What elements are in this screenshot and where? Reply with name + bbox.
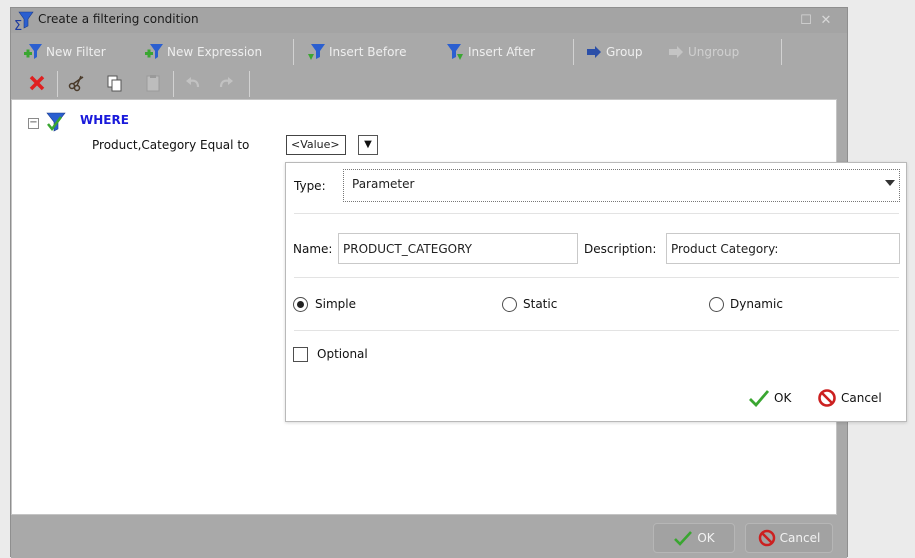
toolbar-divider [293, 39, 294, 65]
dialog-title: Create a filtering condition [38, 12, 199, 26]
name-label: Name: [293, 242, 333, 256]
radio-dynamic[interactable] [709, 297, 724, 312]
maximize-icon[interactable]: ☐ [799, 14, 813, 28]
title-bar[interactable]: Σ Create a filtering condition ☐ ✕ [11, 8, 847, 34]
where-label[interactable]: WHERE [80, 113, 129, 127]
paste-icon[interactable] [143, 73, 163, 93]
radio-dynamic-label[interactable]: Dynamic [730, 297, 783, 311]
insert-before-icon [308, 44, 325, 60]
no-icon [758, 529, 775, 547]
toolbar-divider [173, 71, 174, 97]
ungroup-icon [669, 46, 683, 58]
popup-ok-button[interactable]: OK [748, 387, 791, 409]
insert-after-icon [447, 44, 463, 60]
ungroup-button[interactable]: Ungroup [667, 42, 739, 62]
new-expression-icon [145, 44, 163, 59]
new-filter-button[interactable]: New Filter [23, 42, 106, 62]
popup-cancel-button[interactable]: Cancel [817, 387, 882, 409]
new-expression-button[interactable]: New Expression [144, 42, 262, 62]
group-icon [587, 46, 601, 58]
footer-ok-button[interactable]: OK [653, 523, 735, 553]
redo-icon[interactable] [216, 73, 236, 93]
delete-icon[interactable] [27, 73, 47, 93]
copy-icon[interactable] [105, 73, 125, 93]
svg-text:Σ: Σ [14, 19, 22, 32]
parameter-popup: Type: Parameter Name: PRODUCT_CATEGORY D… [285, 162, 907, 422]
toolbar-divider [573, 39, 574, 65]
close-icon[interactable]: ✕ [819, 14, 833, 28]
toolbar-main: New Filter New Expression Insert Before … [11, 33, 847, 67]
collapse-icon[interactable]: − [28, 118, 39, 129]
description-field[interactable]: Product Category: [666, 233, 900, 264]
radio-static-label[interactable]: Static [523, 297, 557, 311]
divider [294, 330, 899, 331]
type-select[interactable]: Parameter [343, 169, 900, 202]
value-field[interactable]: <Value> [286, 135, 346, 155]
check-icon [749, 390, 770, 407]
description-label: Description: [584, 242, 657, 256]
insert-after-button[interactable]: Insert After [445, 42, 535, 62]
radio-static[interactable] [502, 297, 517, 312]
toolbar-divider [781, 39, 782, 65]
divider [294, 213, 899, 214]
chevron-down-icon [885, 180, 895, 186]
footer-cancel-button[interactable]: Cancel [745, 523, 833, 553]
type-select-value: Parameter [352, 177, 415, 191]
radio-simple[interactable] [293, 297, 308, 312]
optional-checkbox[interactable] [293, 347, 308, 362]
optional-label[interactable]: Optional [317, 347, 368, 361]
name-field[interactable]: PRODUCT_CATEGORY [338, 233, 578, 264]
undo-icon[interactable] [183, 73, 203, 93]
insert-before-button[interactable]: Insert Before [306, 42, 406, 62]
toolbar-divider [249, 71, 250, 97]
divider [294, 277, 899, 278]
check-icon [674, 531, 693, 546]
no-icon [818, 389, 836, 407]
cut-icon[interactable] [67, 73, 87, 93]
condition-text[interactable]: Product,Category Equal to [92, 138, 249, 152]
filter-funnel-icon: Σ [14, 10, 34, 34]
radio-simple-label[interactable]: Simple [315, 297, 356, 311]
dialog-footer: OK Cancel [11, 516, 847, 558]
group-button[interactable]: Group [585, 42, 643, 62]
type-label: Type: [294, 179, 326, 193]
where-filter-icon [45, 111, 67, 133]
toolbar-divider [57, 71, 58, 97]
value-dropdown-button[interactable]: ▼ [358, 135, 378, 155]
toolbar-edit [11, 67, 847, 99]
new-filter-icon [24, 44, 42, 59]
